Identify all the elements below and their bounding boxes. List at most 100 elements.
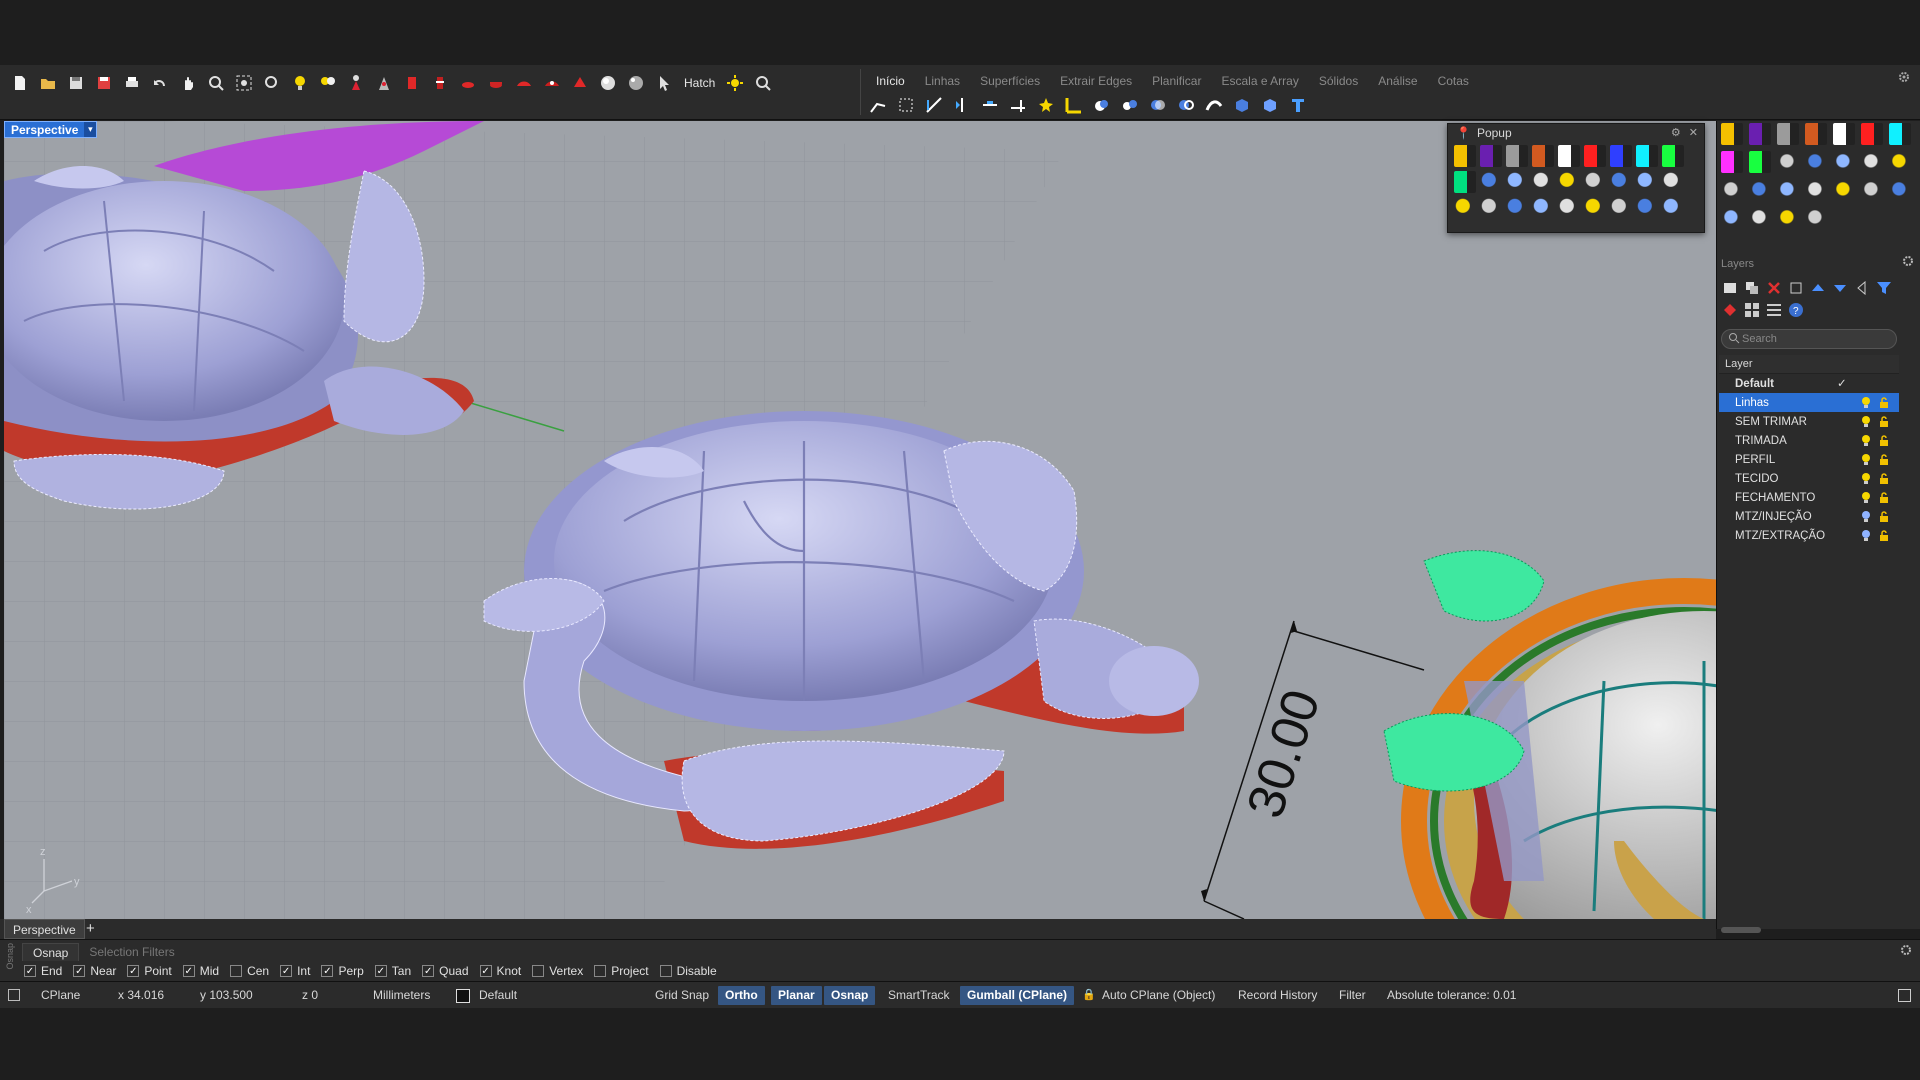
osnap-gear-icon[interactable] [1900,944,1912,959]
osnap-option[interactable]: ✓ Perp [321,964,364,978]
red-tool-1-icon[interactable] [400,71,424,95]
checkbox[interactable]: ✓ [422,965,435,977]
layer-column-header[interactable]: Layer [1719,355,1899,374]
tab-6[interactable]: Sólidos [1309,72,1368,90]
osnap-option[interactable]: Vertex [532,964,583,978]
checkbox[interactable]: ✓ [280,965,293,977]
layer-visibility-bulb-icon[interactable] [1861,396,1871,412]
popup-tool-icon[interactable] [1584,197,1606,219]
units-label[interactable]: Millimeters [373,982,430,1009]
checkbox[interactable]: ✓ [182,965,195,977]
undo-icon[interactable] [148,71,172,95]
layer-row[interactable]: TRIMADA [1719,431,1899,450]
osnap-option[interactable]: Cen [230,964,269,978]
layer-color-swatch[interactable] [456,989,470,1003]
panel-tool-icon[interactable] [1861,179,1883,201]
help-icon[interactable]: ? [1787,301,1805,319]
popup-tool-icon[interactable] [1506,197,1528,219]
planar-toggle[interactable]: Planar [771,986,822,1005]
checkbox[interactable] [230,965,243,977]
point-grid-icon[interactable] [894,93,918,117]
layer-row[interactable]: SEM TRIMAR [1719,412,1899,431]
color-swatch-icon[interactable] [1506,145,1528,167]
panel-tool-icon[interactable] [1777,151,1799,173]
mirror-icon[interactable] [950,93,974,117]
panel-tool-icon[interactable] [1833,179,1855,201]
rotate-view-icon[interactable] [204,71,228,95]
popup-tool-icon[interactable] [1610,171,1632,193]
checkbox[interactable]: ✓ [73,965,86,977]
panel-tool-icon[interactable] [1833,151,1855,173]
checkbox[interactable] [532,965,545,977]
panel-tool-icon[interactable] [1749,207,1771,229]
tab-8[interactable]: Cotas [1428,72,1479,90]
checkbox[interactable] [594,965,607,977]
cplane-label[interactable]: CPlane [41,982,80,1009]
layer-lock-icon[interactable] [1879,435,1889,449]
color-swatch-icon[interactable] [1861,123,1883,145]
color-swatch-icon[interactable] [1721,123,1743,145]
color-swatch-icon[interactable] [1721,151,1743,173]
trim-icon[interactable] [1006,93,1030,117]
red-tool-7-icon[interactable] [568,71,592,95]
osnap-option[interactable]: ✓ Tan [374,964,411,978]
move-up-icon[interactable] [1809,279,1827,297]
tab-3[interactable]: Extrair Edges [1050,72,1142,90]
panel-tool-icon[interactable] [1749,179,1771,201]
panel-tool-icon[interactable] [1861,151,1883,173]
popup-tool-icon[interactable] [1532,197,1554,219]
zoom-icon[interactable] [751,71,775,95]
panel-tool-icon[interactable] [1777,179,1799,201]
osnap-option[interactable]: ✓ Quad [422,964,469,978]
color-swatch-icon[interactable] [1558,145,1580,167]
tab-2[interactable]: Superfícies [970,72,1050,90]
layer-row[interactable]: Default ✓ [1719,374,1899,393]
red-tool-2-icon[interactable] [428,71,452,95]
checkbox[interactable]: ✓ [321,965,334,977]
layer-visibility-bulb-icon[interactable] [1861,529,1871,545]
red-tool-6-icon[interactable] [540,71,564,95]
move-icon[interactable] [978,93,1002,117]
popup-tool-icon[interactable] [1506,171,1528,193]
ortho-toggle[interactable]: Ortho [718,986,765,1005]
color-swatch-icon[interactable] [1833,123,1855,145]
horizontal-scrollbar[interactable] [1721,927,1761,933]
color-swatch-icon[interactable] [1610,145,1632,167]
viewport-menu-arrow-icon[interactable]: ▾ [84,122,97,137]
grid-snap-toggle[interactable]: Grid Snap [655,982,709,1009]
color-swatch-icon[interactable] [1889,123,1911,145]
zoom-extents-icon[interactable] [232,71,256,95]
color-swatch-icon[interactable] [1749,151,1771,173]
popup-tool-icon[interactable] [1584,171,1606,193]
color-swatch-icon[interactable] [1805,123,1827,145]
checkbox[interactable]: ✓ [24,965,36,977]
popup-tool-icon[interactable] [1480,197,1502,219]
sphere-render-icon[interactable] [624,71,648,95]
layer-lock-icon[interactable] [1879,492,1889,506]
popup-gear-icon[interactable]: ⚙ [1671,126,1681,139]
layer-row[interactable]: MTZ/EXTRAÇÃO [1719,526,1899,545]
select-cursor-icon[interactable] [652,71,676,95]
current-layer-label[interactable]: Default [479,982,517,1009]
filter-icon[interactable] [1875,279,1893,297]
tools-icon[interactable] [1721,301,1739,319]
layer-lock-icon[interactable] [1879,454,1889,468]
color-swatch-icon[interactable] [1662,145,1684,167]
panel-tool-icon[interactable] [1889,151,1911,173]
boolean-diff-icon[interactable] [1118,93,1142,117]
popup-tool-icon[interactable] [1532,171,1554,193]
new-sublayer-icon[interactable] [1743,279,1761,297]
layers-gear-icon[interactable] [1902,255,1914,270]
grid-view-icon[interactable] [1743,301,1761,319]
light-bulb-icon[interactable] [288,71,312,95]
panel-tool-icon[interactable] [1721,179,1743,201]
layer-lock-icon[interactable] [1879,397,1889,411]
layer-visibility-bulb-icon[interactable] [1861,510,1871,526]
box-solid-icon[interactable] [1258,93,1282,117]
osnap-toggle[interactable]: Osnap [824,986,876,1005]
figure-icon[interactable] [372,71,396,95]
list-view-icon[interactable] [1765,301,1783,319]
layer-row[interactable]: MTZ/INJEÇÃO [1719,507,1899,526]
save-as-icon[interactable] [92,71,116,95]
new-layer-icon[interactable] [1721,279,1739,297]
